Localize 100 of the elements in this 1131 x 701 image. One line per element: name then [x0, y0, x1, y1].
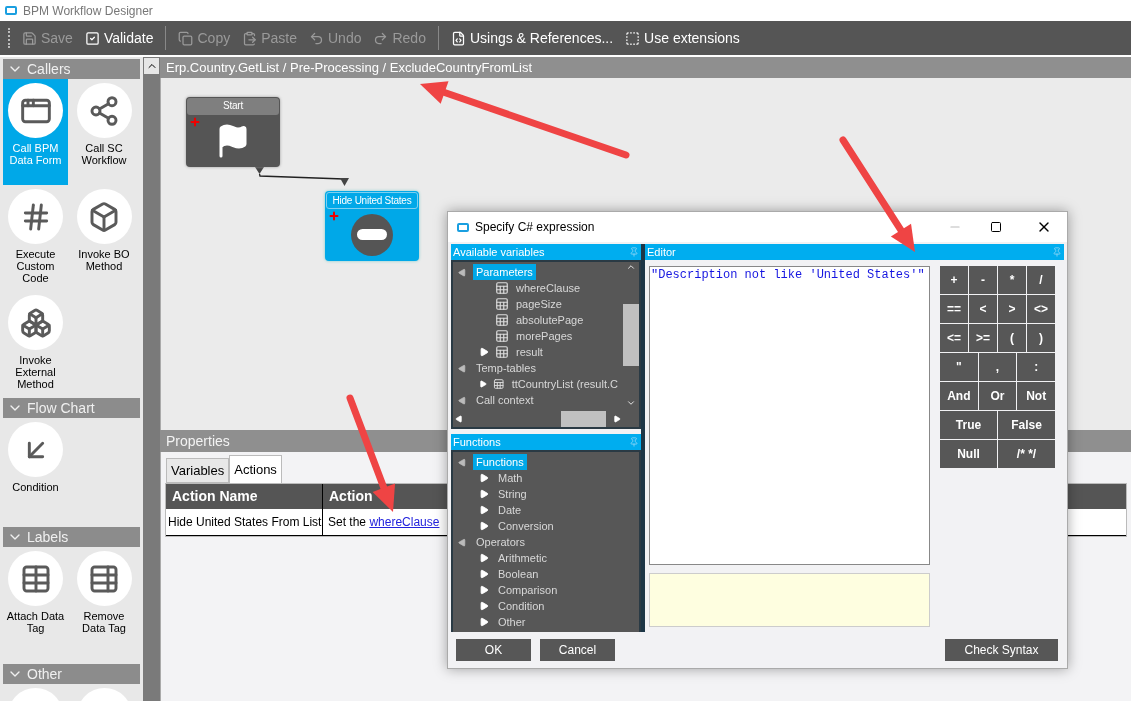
expander-icon[interactable]: [479, 505, 489, 515]
panel-header: Available variables: [451, 244, 641, 260]
square-icon: [625, 30, 641, 46]
expander-icon[interactable]: [479, 569, 489, 579]
operator-button[interactable]: /: [1027, 266, 1055, 294]
tree-item[interactable]: Operators: [473, 533, 528, 551]
toolbox-item[interactable]: Condition: [3, 418, 68, 524]
dialog-title: Specify C# expression: [475, 219, 596, 236]
operator-button[interactable]: :: [1017, 353, 1055, 381]
save-icon: [22, 30, 37, 46]
dialog-button[interactable]: OK: [456, 639, 531, 661]
expander-icon[interactable]: [479, 521, 489, 531]
expander-icon[interactable]: [479, 553, 489, 563]
table-icon: [495, 297, 509, 311]
paste-icon: [242, 30, 258, 46]
toolbar-button[interactable]: Use extensions: [625, 27, 740, 49]
table-icon: [495, 345, 509, 359]
tree-item[interactable]: Condition: [495, 597, 548, 615]
operator-button[interactable]: /* */: [998, 440, 1055, 468]
expander-icon[interactable]: [479, 347, 489, 357]
tree-item[interactable]: ttCountryList (result.C: [508, 375, 621, 393]
column-header: Action: [328, 487, 374, 506]
expander-icon[interactable]: [479, 379, 488, 389]
tree-item[interactable]: result: [513, 343, 546, 361]
form-icon: [8, 83, 63, 138]
scroll-down-icon: [626, 398, 636, 408]
operator-button[interactable]: >=: [969, 324, 997, 352]
scrollbar[interactable]: [623, 262, 639, 408]
tree-item[interactable]: Call context: [473, 391, 537, 409]
app-icon: [5, 6, 17, 15]
operator-button[interactable]: (: [998, 324, 1026, 352]
expander-icon[interactable]: [479, 489, 489, 499]
expander-icon[interactable]: [479, 601, 489, 611]
dialog-button[interactable]: Cancel: [540, 639, 615, 661]
operator-button[interactable]: >: [998, 295, 1026, 323]
toolbox-item[interactable]: Invoke BO Method: [71, 185, 137, 291]
table-icon: [495, 313, 509, 327]
table-icon: [495, 329, 509, 343]
table-cell: Hide United States From List: [166, 509, 323, 535]
redo-icon: [373, 30, 389, 46]
workflow-node[interactable]: Start: [186, 97, 280, 167]
tree-item[interactable]: Conversion: [495, 517, 557, 535]
tree-item[interactable]: Other: [495, 613, 529, 631]
tree-item[interactable]: Boolean: [495, 565, 542, 583]
operator-button[interactable]: ): [1027, 324, 1055, 352]
scrollbar[interactable]: [453, 411, 623, 427]
checkbox-icon: [84, 30, 100, 46]
operator-button[interactable]: <>: [1027, 295, 1055, 323]
toolbox-item[interactable]: Remove Data Tag: [71, 547, 137, 653]
toolbox-item[interactable]: Attach Data Tag: [3, 547, 68, 653]
expander-icon[interactable]: [479, 473, 489, 483]
operator-button[interactable]: False: [998, 411, 1055, 439]
panel-header: Editor: [645, 244, 1064, 260]
tree-item[interactable]: pageSize: [513, 295, 565, 313]
toolbox-item[interactable]: Invoke External Method: [3, 291, 68, 397]
toolbar-button[interactable]: Usings & References...: [450, 27, 614, 49]
tree-item[interactable]: Comparison: [495, 581, 561, 599]
variable-link[interactable]: whereClause: [369, 515, 440, 529]
tab[interactable]: Variables: [166, 458, 230, 483]
toolbox-item[interactable]: Execute Custom Code: [3, 185, 68, 291]
tree-item[interactable]: morePages: [513, 327, 576, 345]
tree-item[interactable]: Math: [495, 469, 526, 487]
maximize-icon[interactable]: [990, 221, 1002, 233]
copy-icon: [178, 30, 194, 46]
operator-button[interactable]: ,: [978, 353, 1017, 381]
window-title: BPM Workflow Designer: [23, 2, 153, 20]
operator-button[interactable]: *: [998, 266, 1026, 294]
operator-button[interactable]: True: [940, 411, 997, 439]
operator-button[interactable]: <=: [940, 324, 968, 352]
operator-button[interactable]: ": [940, 353, 978, 381]
app-icon: [457, 222, 469, 232]
tree-item[interactable]: Temp-tables: [473, 359, 539, 377]
expander-icon[interactable]: [479, 617, 489, 627]
table-icon: [493, 377, 505, 391]
toolbar-button[interactable]: Validate: [84, 27, 154, 49]
expander-icon[interactable]: [479, 585, 489, 595]
operator-button[interactable]: And: [940, 382, 978, 410]
tree-item[interactable]: Date: [495, 501, 525, 519]
tree-item[interactable]: absolutePage: [513, 311, 587, 329]
operator-button[interactable]: +: [940, 266, 968, 294]
scrollbar[interactable]: [143, 57, 160, 701]
expression-editor[interactable]: "Description not like 'United States'": [649, 266, 930, 565]
operator-button[interactable]: Or: [978, 382, 1017, 410]
operator-button[interactable]: <: [969, 295, 997, 323]
file-code-icon: [450, 30, 466, 46]
tab[interactable]: Actions: [229, 455, 282, 483]
panel-header: Functions: [451, 434, 641, 450]
scroll-up-icon: [626, 262, 636, 272]
operator-button[interactable]: ==: [940, 295, 968, 323]
operator-button[interactable]: Null: [940, 440, 997, 468]
operator-button[interactable]: -: [969, 266, 997, 294]
tree-item[interactable]: Arithmetic: [495, 549, 550, 567]
tree-item[interactable]: whereClause: [513, 279, 584, 297]
column-header: Action Name: [166, 484, 323, 509]
check-syntax-button[interactable]: Check Syntax: [945, 639, 1058, 661]
tree-item[interactable]: String: [495, 485, 530, 503]
scroll-left-icon: [455, 415, 463, 423]
undo-icon: [309, 30, 324, 46]
operator-button[interactable]: Not: [1017, 382, 1055, 410]
toolbox-item[interactable]: Call SC Workflow: [71, 79, 137, 185]
